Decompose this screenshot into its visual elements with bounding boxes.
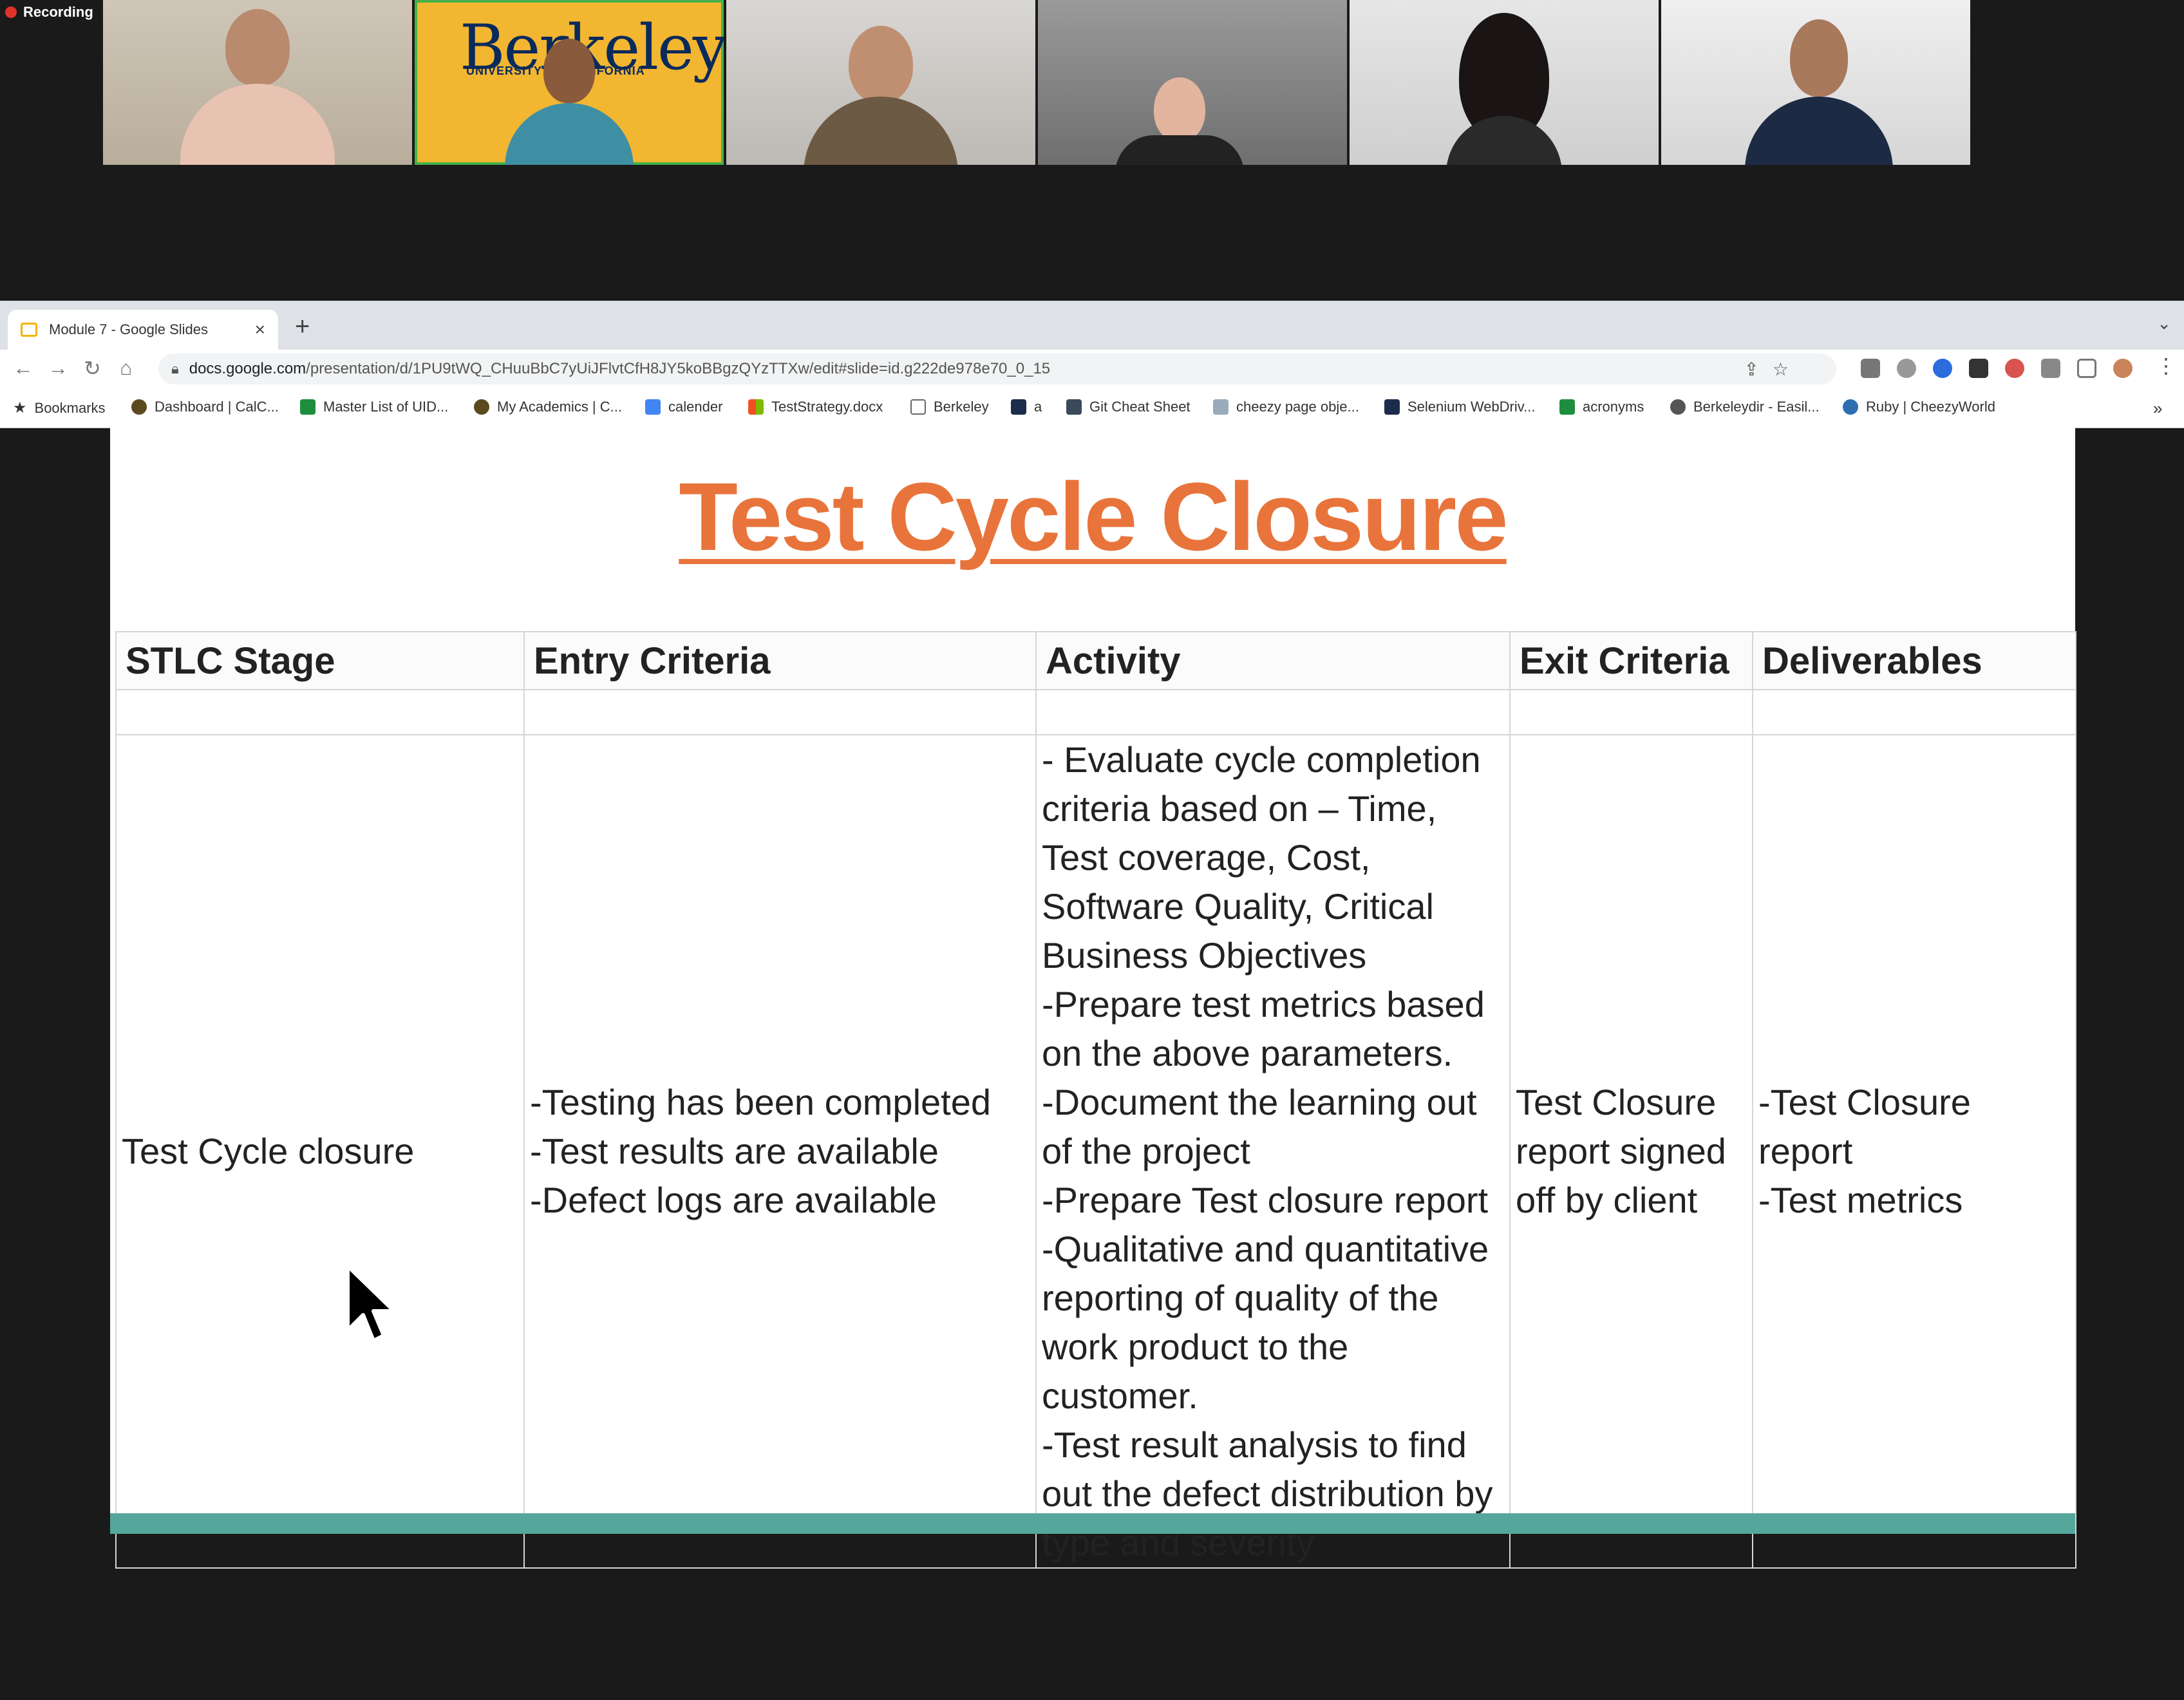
calendar-icon [645,399,661,415]
star-icon: ★ [13,399,27,417]
url-text[interactable]: docs.google.com/presentation/d/1PU9tWQ_C… [189,360,1050,378]
sheets-icon [1559,399,1575,415]
recording-indicator: Recording [5,1,93,23]
side-panel-icon[interactable] [2077,359,2096,378]
more-menu-icon[interactable]: ⋮ [2156,354,2176,378]
cell-entry: -Testing has been completed -Test result… [523,734,1037,1569]
home-icon[interactable]: ⌂ [120,356,132,380]
empty-cell [1509,689,1753,735]
video-tile-1[interactable] [103,0,412,165]
close-tab-icon[interactable]: × [255,319,265,340]
header-stlc-stage: STLC Stage [115,631,525,690]
bookmark-item[interactable]: Berkeley [910,399,989,415]
cell-deliverables: -Test Closure report -Test metrics [1752,734,2076,1569]
bookmark-item[interactable]: a [1011,399,1042,415]
bookmark-item[interactable]: TestStrategy.docx [748,399,883,415]
video-tile-6[interactable] [1661,0,1970,165]
extensions-puzzle-icon[interactable] [2041,359,2060,378]
header-entry-criteria: Entry Criteria [523,631,1037,690]
browser-window: Module 7 - Google Slides × + ⌄ ← → ↻ ⌂ 🔒… [0,301,2184,428]
bookmark-item[interactable]: Ruby | CheezyWorld [1843,399,1995,415]
address-bar[interactable]: 🔒︎ docs.google.com/presentation/d/1PU9tW… [158,354,1836,384]
bookmarks-overflow-icon[interactable]: » [2153,399,2162,419]
cell-activity: - Evaluate cycle completion criteria bas… [1035,734,1511,1569]
table-spacer-row [115,689,2076,735]
stlc-table: STLC Stage Entry Criteria Activity Exit … [115,631,2076,1569]
bookmarks-bar: ★ Bookmarks Dashboard | CalC... Master Li… [0,388,2184,428]
share-icon[interactable]: ⇪ [1744,359,1759,380]
tab-search-chevron-icon[interactable]: ⌄ [2157,314,2171,334]
cell-exit: Test Closure report signed off by client [1509,734,1753,1569]
extension-zoom-icon[interactable] [1933,359,1952,378]
cheezy-icon [1213,399,1228,415]
bookmark-item[interactable]: Berkeleydir - Easil... [1670,399,1820,415]
lock-icon: 🔒︎ [171,361,179,377]
tab-bar: Module 7 - Google Slides × + ⌄ [0,301,2184,350]
header-deliverables: Deliverables [1752,631,2076,690]
sheets-icon [300,399,315,415]
microsoft-icon [748,399,764,415]
cal-icon [1384,399,1400,415]
table-header-row: STLC Stage Entry Criteria Activity Exit … [115,631,2076,690]
record-dot-icon [5,6,17,18]
bookmark-star-icon[interactable]: ☆ [1773,359,1789,380]
extension-sync-icon[interactable] [1897,359,1916,378]
cal-icon [1011,399,1026,415]
bookmark-item[interactable]: cheezy page obje... [1213,399,1359,415]
wordpress-icon [1843,399,1858,415]
video-tile-4[interactable] [1038,0,1347,165]
folder-icon [910,399,926,415]
slide-accent-bar [110,1513,2075,1534]
extension-red-icon[interactable] [2005,359,2024,378]
bookmark-item[interactable]: Selenium WebDriv... [1384,399,1535,415]
reload-icon[interactable]: ↻ [84,356,101,381]
bookmark-item[interactable]: calender [645,399,722,415]
header-activity: Activity [1035,631,1511,690]
tab-google-slides[interactable]: Module 7 - Google Slides × [8,310,278,350]
video-tile-3[interactable] [726,0,1035,165]
slides-favicon-icon [21,323,37,337]
tab-title: Module 7 - Google Slides [49,321,209,337]
table-row: Test Cycle closure -Testing has been com… [115,734,2076,1569]
extension-dark-icon[interactable] [1969,359,1988,378]
slide: Test Cycle Closure STLC Stage Entry Crit… [110,428,2076,1569]
bookmark-item[interactable]: Dashboard | CalC... [131,399,279,415]
video-tile-2[interactable]: Berkeley UNIVERSITY OF CALIFORNIA [415,0,724,165]
toolbar: ← → ↻ ⌂ 🔒︎ docs.google.com/presentation/… [0,350,2184,388]
new-tab-plus-icon[interactable]: + [295,312,310,341]
profile-avatar[interactable] [2113,359,2132,378]
extension-cast-icon[interactable] [1861,359,1880,378]
back-arrow-icon[interactable]: ← [13,356,33,380]
header-exit-criteria: Exit Criteria [1509,631,1753,690]
globe-icon [1670,399,1686,415]
empty-cell [115,689,525,735]
empty-cell [1752,689,2076,735]
recording-label: Recording [23,4,93,20]
git-icon [1066,399,1082,415]
bookmark-item[interactable]: My Academics | C... [474,399,622,415]
empty-cell [1035,689,1511,735]
url-host: docs.google.com [189,360,306,377]
bookmark-item[interactable]: Master List of UID... [300,399,448,415]
bookmark-item[interactable]: ★ Bookmarks [13,399,106,417]
cell-stage: Test Cycle closure [115,734,525,1569]
bookmark-item[interactable]: acronyms [1559,399,1644,415]
url-path: /presentation/d/1PU9tWQ_CHuuBbC7yUiJFlvt… [306,360,1051,377]
slide-title: Test Cycle Closure [679,462,1508,571]
mouse-cursor-icon [346,1264,396,1343]
empty-cell [523,689,1037,735]
calcentral-icon [131,399,147,415]
forward-arrow-icon[interactable]: → [48,356,68,380]
video-tile-5[interactable] [1350,0,1659,165]
bookmark-item[interactable]: Git Cheat Sheet [1066,399,1191,415]
calcentral-icon [474,399,489,415]
